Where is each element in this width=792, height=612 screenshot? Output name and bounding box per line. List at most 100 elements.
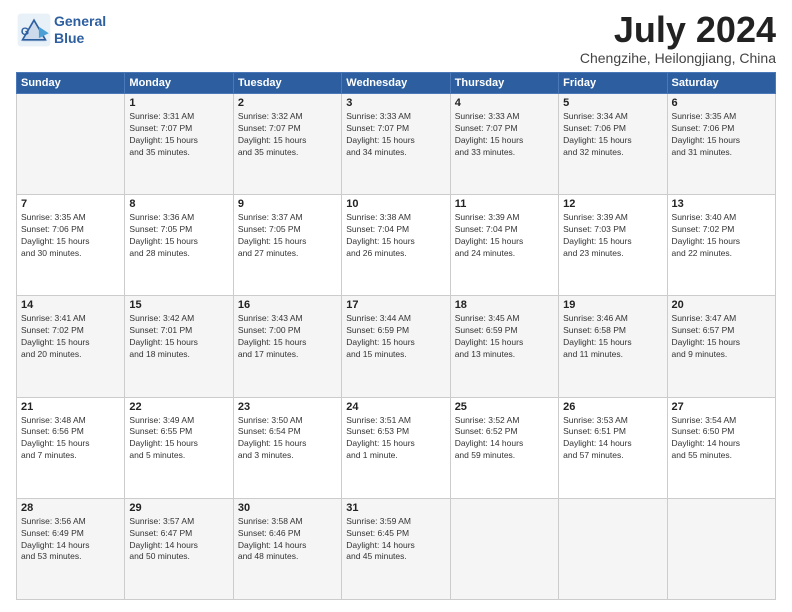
- day-info: Sunrise: 3:51 AM Sunset: 6:53 PM Dayligh…: [346, 415, 445, 463]
- table-row: 26Sunrise: 3:53 AM Sunset: 6:51 PM Dayli…: [559, 397, 667, 498]
- day-info: Sunrise: 3:53 AM Sunset: 6:51 PM Dayligh…: [563, 415, 662, 463]
- table-row: 30 Sunrise: 3:58 AM Sunset: 6:46 PM Dayli…: [233, 498, 341, 599]
- day-info: Sunrise: 3:36 AM Sunset: 7:05 PM Dayligh…: [129, 212, 228, 260]
- table-row: 5Sunrise: 3:34 AM Sunset: 7:06 PM Daylig…: [559, 94, 667, 195]
- day-info: Sunrise: 3:43 AM Sunset: 7:00 PM Dayligh…: [238, 313, 337, 361]
- day-info: Sunrise: 3:32 AM Sunset: 7:07 PM Dayligh…: [238, 111, 337, 159]
- col-thursday: Thursday: [450, 73, 558, 94]
- day-number: 28: [21, 502, 120, 514]
- day-number: 19: [563, 299, 662, 311]
- day-number: 30: [238, 502, 337, 514]
- day-info: Sunrise: 3:57 AM Sunset: 6:47 PM Dayligh…: [129, 516, 228, 564]
- header: G General Blue July 2024 Chengzihe, Heil…: [16, 12, 776, 66]
- day-info: Sunrise: 3:35 AM Sunset: 7:06 PM Dayligh…: [672, 111, 771, 159]
- table-row: 28 Sunrise: 3:56 AM Sunset: 6:49 PM Dayli…: [17, 498, 125, 599]
- col-saturday: Saturday: [667, 73, 775, 94]
- table-row: 22Sunrise: 3:49 AM Sunset: 6:55 PM Dayli…: [125, 397, 233, 498]
- day-info: Sunrise: 3:31 AM Sunset: 7:07 PM Dayligh…: [129, 111, 228, 159]
- day-number: 12: [563, 198, 662, 210]
- table-row: 7 Sunrise: 3:35 AM Sunset: 7:06 PM Daylig…: [17, 195, 125, 296]
- table-row: 14 Sunrise: 3:41 AM Sunset: 7:02 PM Dayli…: [17, 296, 125, 397]
- table-row: 15 Sunrise: 3:42 AM Sunset: 7:01 PM Dayli…: [125, 296, 233, 397]
- table-row: 16 Sunrise: 3:43 AM Sunset: 7:00 PM Dayli…: [233, 296, 341, 397]
- day-info: Sunrise: 3:46 AM Sunset: 6:58 PM Dayligh…: [563, 313, 662, 361]
- calendar-week-row: 7 Sunrise: 3:35 AM Sunset: 7:06 PM Daylig…: [17, 195, 776, 296]
- page: G General Blue July 2024 Chengzihe, Heil…: [0, 0, 792, 612]
- col-sunday: Sunday: [17, 73, 125, 94]
- logo-text: General Blue: [54, 13, 106, 47]
- day-number: 6: [672, 97, 771, 109]
- day-number: 5: [563, 97, 662, 109]
- table-row: 21 Sunrise: 3:48 AM Sunset: 6:56 PM Dayli…: [17, 397, 125, 498]
- day-info: Sunrise: 3:38 AM Sunset: 7:04 PM Dayligh…: [346, 212, 445, 260]
- day-number: 24: [346, 401, 445, 413]
- table-row: 19 Sunrise: 3:46 AM Sunset: 6:58 PM Dayli…: [559, 296, 667, 397]
- day-info: Sunrise: 3:58 AM Sunset: 6:46 PM Dayligh…: [238, 516, 337, 564]
- col-tuesday: Tuesday: [233, 73, 341, 94]
- day-number: 23: [238, 401, 337, 413]
- table-row: 4 Sunrise: 3:33 AM Sunset: 7:07 PM Daylig…: [450, 94, 558, 195]
- table-row: 10 Sunrise: 3:38 AM Sunset: 7:04 PM Dayli…: [342, 195, 450, 296]
- day-number: 7: [21, 198, 120, 210]
- table-row: 3Sunrise: 3:33 AM Sunset: 7:07 PM Daylig…: [342, 94, 450, 195]
- day-number: 27: [672, 401, 771, 413]
- table-row: [450, 498, 558, 599]
- table-row: 31 Sunrise: 3:59 AM Sunset: 6:45 PM Dayli…: [342, 498, 450, 599]
- table-row: [559, 498, 667, 599]
- table-row: 23 Sunrise: 3:50 AM Sunset: 6:54 PM Dayli…: [233, 397, 341, 498]
- day-number: 22: [129, 401, 228, 413]
- day-number: 16: [238, 299, 337, 311]
- day-number: 20: [672, 299, 771, 311]
- day-info: Sunrise: 3:56 AM Sunset: 6:49 PM Dayligh…: [21, 516, 120, 564]
- day-info: Sunrise: 3:52 AM Sunset: 6:52 PM Dayligh…: [455, 415, 554, 463]
- table-row: 9 Sunrise: 3:37 AM Sunset: 7:05 PM Daylig…: [233, 195, 341, 296]
- col-monday: Monday: [125, 73, 233, 94]
- day-number: 17: [346, 299, 445, 311]
- table-row: 27 Sunrise: 3:54 AM Sunset: 6:50 PM Dayli…: [667, 397, 775, 498]
- day-info: Sunrise: 3:37 AM Sunset: 7:05 PM Dayligh…: [238, 212, 337, 260]
- day-info: Sunrise: 3:39 AM Sunset: 7:04 PM Dayligh…: [455, 212, 554, 260]
- day-info: Sunrise: 3:48 AM Sunset: 6:56 PM Dayligh…: [21, 415, 120, 463]
- day-number: 21: [21, 401, 120, 413]
- table-row: [17, 94, 125, 195]
- day-number: 10: [346, 198, 445, 210]
- day-info: Sunrise: 3:45 AM Sunset: 6:59 PM Dayligh…: [455, 313, 554, 361]
- svg-text:G: G: [21, 26, 29, 38]
- location-subtitle: Chengzihe, Heilongjiang, China: [580, 50, 776, 66]
- day-info: Sunrise: 3:59 AM Sunset: 6:45 PM Dayligh…: [346, 516, 445, 564]
- day-number: 14: [21, 299, 120, 311]
- day-info: Sunrise: 3:54 AM Sunset: 6:50 PM Dayligh…: [672, 415, 771, 463]
- logo-icon: G: [16, 12, 52, 48]
- day-number: 2: [238, 97, 337, 109]
- col-friday: Friday: [559, 73, 667, 94]
- table-row: 13Sunrise: 3:40 AM Sunset: 7:02 PM Dayli…: [667, 195, 775, 296]
- day-number: 31: [346, 502, 445, 514]
- table-row: 29 Sunrise: 3:57 AM Sunset: 6:47 PM Dayli…: [125, 498, 233, 599]
- table-row: 11Sunrise: 3:39 AM Sunset: 7:04 PM Dayli…: [450, 195, 558, 296]
- day-info: Sunrise: 3:42 AM Sunset: 7:01 PM Dayligh…: [129, 313, 228, 361]
- day-info: Sunrise: 3:33 AM Sunset: 7:07 PM Dayligh…: [455, 111, 554, 159]
- day-number: 29: [129, 502, 228, 514]
- calendar-week-row: 28 Sunrise: 3:56 AM Sunset: 6:49 PM Dayli…: [17, 498, 776, 599]
- table-row: 17 Sunrise: 3:44 AM Sunset: 6:59 PM Dayli…: [342, 296, 450, 397]
- day-info: Sunrise: 3:41 AM Sunset: 7:02 PM Dayligh…: [21, 313, 120, 361]
- day-info: Sunrise: 3:50 AM Sunset: 6:54 PM Dayligh…: [238, 415, 337, 463]
- day-number: 4: [455, 97, 554, 109]
- day-number: 13: [672, 198, 771, 210]
- table-row: 25Sunrise: 3:52 AM Sunset: 6:52 PM Dayli…: [450, 397, 558, 498]
- table-row: 6 Sunrise: 3:35 AM Sunset: 7:06 PM Daylig…: [667, 94, 775, 195]
- day-number: 15: [129, 299, 228, 311]
- table-row: 1Sunrise: 3:31 AM Sunset: 7:07 PM Daylig…: [125, 94, 233, 195]
- calendar-table: Sunday Monday Tuesday Wednesday Thursday…: [16, 72, 776, 600]
- day-number: 9: [238, 198, 337, 210]
- day-info: Sunrise: 3:44 AM Sunset: 6:59 PM Dayligh…: [346, 313, 445, 361]
- table-row: 20 Sunrise: 3:47 AM Sunset: 6:57 PM Dayli…: [667, 296, 775, 397]
- calendar-week-row: 21 Sunrise: 3:48 AM Sunset: 6:56 PM Dayli…: [17, 397, 776, 498]
- day-number: 3: [346, 97, 445, 109]
- day-info: Sunrise: 3:35 AM Sunset: 7:06 PM Dayligh…: [21, 212, 120, 260]
- table-row: 18 Sunrise: 3:45 AM Sunset: 6:59 PM Dayli…: [450, 296, 558, 397]
- logo: G General Blue: [16, 12, 106, 48]
- day-info: Sunrise: 3:47 AM Sunset: 6:57 PM Dayligh…: [672, 313, 771, 361]
- day-number: 18: [455, 299, 554, 311]
- table-row: 2 Sunrise: 3:32 AM Sunset: 7:07 PM Daylig…: [233, 94, 341, 195]
